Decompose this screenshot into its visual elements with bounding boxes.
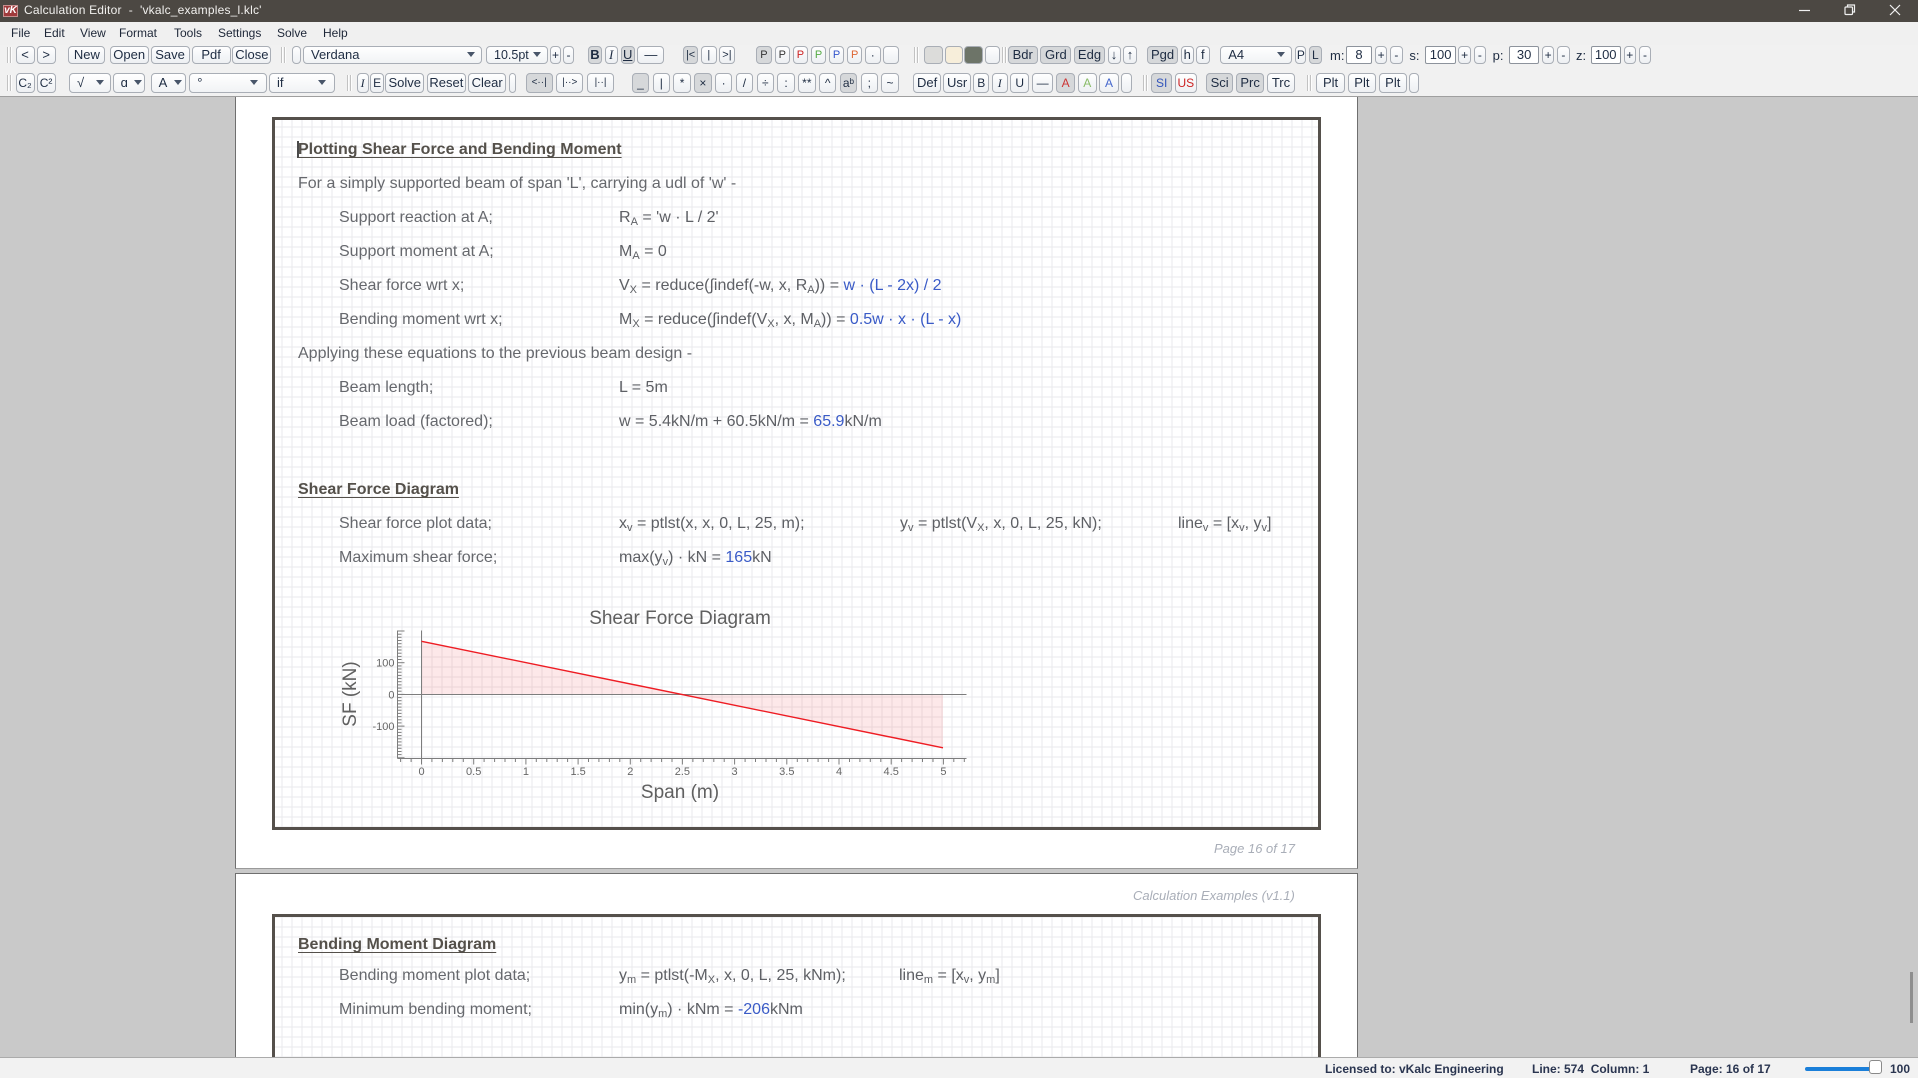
svg-text:0: 0 bbox=[418, 766, 424, 778]
svg-text:Span (m): Span (m) bbox=[641, 782, 719, 803]
svg-text:Shear Force Diagram: Shear Force Diagram bbox=[589, 608, 771, 629]
svg-text:100: 100 bbox=[376, 658, 394, 670]
svg-text:0.5: 0.5 bbox=[466, 766, 481, 778]
svg-text:2.5: 2.5 bbox=[675, 766, 690, 778]
svg-text:2: 2 bbox=[627, 766, 633, 778]
svg-text:-100: -100 bbox=[372, 721, 394, 733]
svg-text:SF (kN): SF (kN) bbox=[340, 661, 361, 726]
svg-text:5: 5 bbox=[940, 766, 946, 778]
svg-text:1.5: 1.5 bbox=[570, 766, 585, 778]
svg-text:4.5: 4.5 bbox=[884, 766, 899, 778]
svg-text:0: 0 bbox=[388, 690, 394, 702]
svg-text:3.5: 3.5 bbox=[779, 766, 794, 778]
svg-text:3: 3 bbox=[732, 766, 738, 778]
svg-text:4: 4 bbox=[836, 766, 842, 778]
svg-text:1: 1 bbox=[523, 766, 529, 778]
